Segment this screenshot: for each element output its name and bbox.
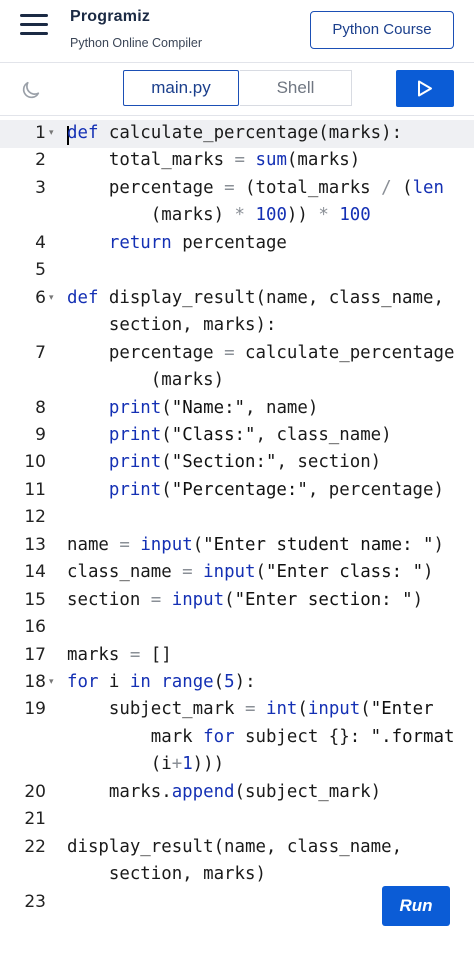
line-number: 15: [24, 589, 46, 610]
moon-icon[interactable]: [20, 79, 42, 101]
line-number: 17: [24, 644, 46, 665]
line-number: 10: [24, 452, 46, 473]
line-number: 21: [24, 809, 46, 830]
code-line[interactable]: section = input("Enter section: "): [67, 586, 423, 614]
play-icon: [418, 80, 432, 97]
line-number: 18: [24, 672, 46, 692]
line-number: 8: [35, 397, 46, 418]
code-line[interactable]: section, marks):: [67, 311, 277, 339]
code-line[interactable]: for i in range(5):: [67, 668, 256, 696]
run-button[interactable]: Run: [382, 886, 450, 926]
code-line[interactable]: class_name = input("Enter class: "): [67, 558, 434, 586]
code-line[interactable]: print("Percentage:", percentage): [67, 476, 444, 504]
brand-name: Programiz: [70, 8, 151, 25]
code-line[interactable]: (marks): [67, 366, 224, 394]
code-line[interactable]: mark for subject {}: ".format: [67, 723, 455, 751]
line-number: 4: [35, 232, 46, 253]
code-line[interactable]: def calculate_percentage(marks):: [67, 119, 402, 147]
run-play-button[interactable]: [396, 70, 454, 107]
brand[interactable]: Programiz Python Online Compiler: [70, 8, 202, 50]
tab-main-py[interactable]: main.py: [123, 70, 239, 106]
fold-toggle-icon[interactable]: ▾: [49, 668, 54, 696]
line-number: 2: [35, 150, 46, 171]
code-line[interactable]: percentage = (total_marks / (len: [67, 174, 444, 202]
tab-shell[interactable]: Shell: [240, 70, 352, 106]
code-line[interactable]: marks.append(subject_mark): [67, 778, 381, 806]
line-number: 16: [24, 617, 46, 638]
line-number: 6: [35, 287, 46, 308]
code-line[interactable]: print("Name:", name): [67, 394, 318, 422]
code-line[interactable]: percentage = calculate_percentage: [67, 339, 455, 367]
code-line[interactable]: def display_result(name, class_name,: [67, 284, 444, 312]
code-line[interactable]: marks = []: [67, 641, 172, 669]
code-line[interactable]: print("Class:", class_name): [67, 421, 392, 449]
line-number: 22: [24, 836, 46, 857]
line-number: 5: [35, 260, 46, 281]
fold-toggle-icon[interactable]: ▾: [49, 284, 54, 312]
code-line[interactable]: subject_mark = int(input("Enter: [67, 695, 434, 723]
code-line[interactable]: (marks) * 100)) * 100: [67, 201, 371, 229]
toolbar: main.py Shell: [0, 63, 474, 116]
code-line[interactable]: total_marks = sum(marks): [67, 146, 360, 174]
fold-toggle-icon[interactable]: ▾: [49, 119, 54, 147]
header: Programiz Python Online Compiler Python …: [0, 0, 474, 63]
line-number: 13: [24, 534, 46, 555]
code-editor[interactable]: 1 ▾ 2 3 4 5 6 ▾ 7 8 9 10 11 12 13 14 15 16 17 18 ▾ 19 20 21 22 23…: [0, 116, 474, 955]
line-number: 19: [24, 699, 46, 720]
hamburger-menu-icon[interactable]: [20, 14, 48, 36]
line-number: 11: [24, 479, 46, 500]
python-course-button[interactable]: Python Course: [310, 11, 454, 49]
line-number: 1: [35, 123, 46, 143]
line-number: 20: [24, 781, 46, 802]
line-number: 14: [24, 562, 46, 583]
line-number: 9: [35, 424, 46, 445]
code-line[interactable]: section, marks): [67, 860, 266, 888]
line-number: 7: [35, 342, 46, 363]
code-line[interactable]: (i+1))): [67, 750, 224, 778]
code-line[interactable]: print("Section:", section): [67, 448, 381, 476]
line-number: 3: [35, 177, 46, 198]
code-line[interactable]: return percentage: [67, 229, 287, 257]
code-line[interactable]: display_result(name, class_name,: [67, 833, 402, 861]
code-line[interactable]: name = input("Enter student name: "): [67, 531, 444, 559]
line-number: 12: [24, 507, 46, 528]
line-number: 23: [24, 891, 46, 912]
brand-subtitle: Python Online Compiler: [70, 36, 203, 50]
